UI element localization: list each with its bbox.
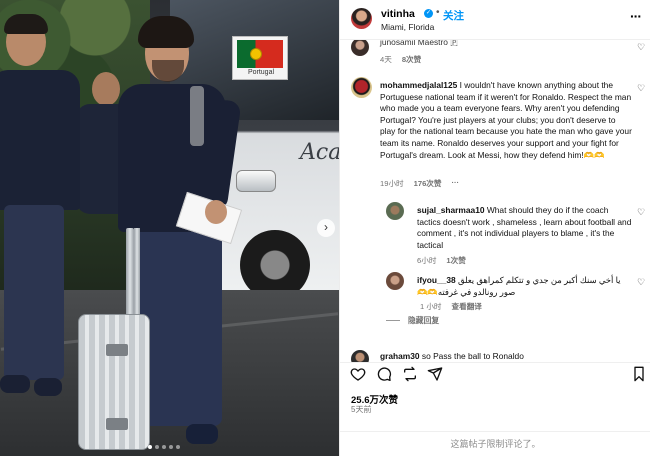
repost-icon[interactable] [402,366,418,382]
post-location[interactable]: Miami, Florida [381,22,434,32]
more-options-icon[interactable]: ··· [630,8,642,24]
header-separator: • [436,7,440,18]
comment-username[interactable]: sujal_sharmaa10 [417,205,485,215]
commenter-avatar[interactable] [351,77,372,98]
comment-username[interactable]: ifyou__38 [417,275,456,285]
comment-bubble-icon[interactable] [376,366,392,382]
comment-text: I wouldn't have known anything about the… [380,80,632,160]
flag-caption: Portugal [247,69,275,76]
comment-text: junosamil Maestro 🇵 [380,40,458,47]
suitcase-lock [106,418,128,430]
comment-body: graham30 so Pass the ball to Ronaldo [380,351,630,362]
comment-time: 1 小时 [420,302,442,311]
carousel-dots [148,445,180,449]
left-person-legs [4,205,64,380]
hide-replies-label: 隐藏回复 [408,316,440,325]
verified-badge-icon: ✓ [424,9,433,18]
comment-meta: 1 小时 查看翻译 [420,301,482,312]
share-send-icon[interactable] [427,366,443,382]
save-bookmark-icon[interactable] [631,366,647,382]
commenter-avatar[interactable] [351,40,369,56]
author-username[interactable]: vitinha [381,8,415,20]
left-person-hair [4,14,48,34]
like-comment-heart-icon[interactable]: ♡ [637,207,645,218]
comment-likes[interactable]: 8次赞 [402,54,421,65]
like-comment-heart-icon[interactable]: ♡ [637,42,645,53]
comments-list[interactable]: junosamil Maestro 🇵 4天 8次赞 ♡ mohammedjal… [340,40,650,362]
comment-meta: 19小时 176次赞 ··· [380,178,459,189]
post-time-ago: 5天前 [351,405,372,414]
comment-username[interactable]: graham30 [380,351,420,361]
comment-text: so Pass the ball to Ronaldo [421,351,524,361]
carousel-dot [148,445,152,449]
commenter-avatar[interactable] [351,350,369,362]
suitcase-handle [126,228,134,316]
commenter-avatar[interactable] [386,202,404,220]
left-person-shoe [0,375,30,393]
like-comment-heart-icon[interactable]: ♡ [637,83,645,94]
hide-replies-button[interactable]: 隐藏回复 [386,315,439,326]
main-person-shoe [186,424,218,444]
reply-body: ifyou__38 يا أخي سنك أكبر من جدي و تتكلم… [417,275,627,298]
hide-replies-dash [386,320,400,322]
carousel-dot [176,445,180,449]
comment-more-icon[interactable]: ··· [452,178,460,189]
flag-seal [250,48,262,60]
carousel-dot [155,445,159,449]
left-person-body [0,70,80,210]
carousel-dot [169,445,173,449]
main-person-hair [138,16,194,48]
follow-button[interactable]: 关注 [443,8,464,23]
bus-logo: Aca [300,140,339,165]
comment-time: 6小时 [417,256,437,265]
backpack-strap [190,86,204,146]
comment-likes[interactable]: 176次赞 [414,178,442,189]
reply-body: sujal_sharmaa10 What should they do if t… [417,205,632,251]
comment-time: 4天 [380,55,392,64]
comment-meta: 6小时 1次赞 [417,255,466,266]
background-person-head [92,72,120,106]
bus-headlight [236,170,276,192]
like-heart-icon[interactable] [350,366,366,382]
suitcase-handle [134,228,140,316]
left-person-shoe [34,378,62,396]
post-panel: vitinha ✓ • 关注 Miami, Florida ··· junosa… [339,0,650,456]
main-person-hand [205,200,227,224]
commenter-avatar[interactable] [386,272,404,290]
comments-limited-notice: 这篇帖子限制评论了。 [340,431,650,456]
author-avatar[interactable] [351,8,372,29]
carousel-dot [162,445,166,449]
comment-time: 19小时 [380,179,404,188]
comment-username[interactable]: mohammedjalal125 [380,80,457,90]
post-header: vitinha ✓ • 关注 Miami, Florida ··· [340,0,650,40]
post-actions-bar: 25.6万次赞 5天前 这篇帖子限制评论了。 [340,362,650,456]
comment-meta: 4天 8次赞 [380,54,421,65]
suitcase-lock [106,344,128,356]
see-translation-link[interactable]: 查看翻译 [452,301,482,312]
comment-likes[interactable]: 1次赞 [446,255,465,266]
like-comment-heart-icon[interactable]: ♡ [637,277,645,288]
post-photo[interactable]: Portugal Aca › [0,0,339,456]
main-person-legs [138,226,222,426]
comment-body: mohammedjalal125 I wouldn't have known a… [380,80,632,161]
next-photo-button[interactable]: › [317,219,335,237]
